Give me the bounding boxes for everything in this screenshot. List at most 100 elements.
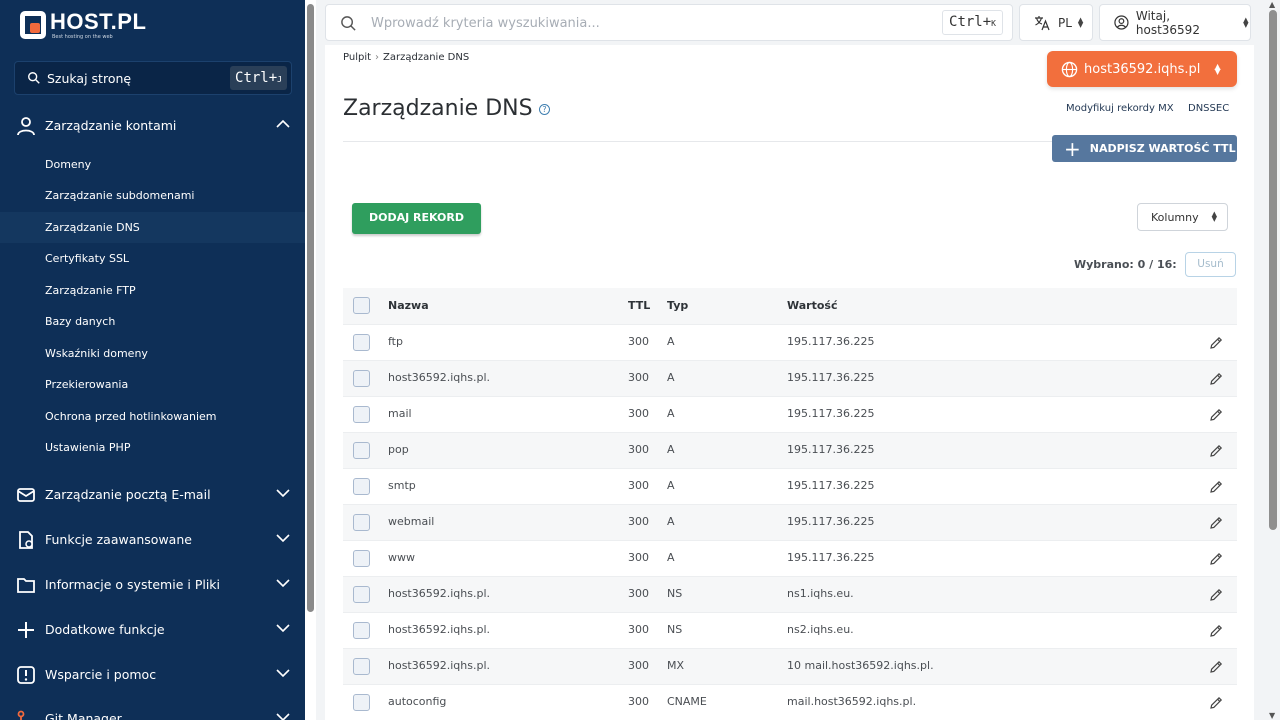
sidebar-section-advanced[interactable]: Funkcje zaawansowane: [0, 519, 305, 559]
breadcrumb: Pulpit › Zarządzanie DNS: [343, 52, 469, 63]
row-checkbox[interactable]: [353, 622, 370, 639]
edit-pencil-icon[interactable]: [1208, 551, 1224, 567]
record-type: A: [667, 371, 675, 384]
sidebar-section-system-files[interactable]: Informacje o systemie i Pliki: [0, 564, 305, 604]
record-name: host36592.iqhs.pl.: [388, 623, 491, 636]
scroll-up-icon[interactable]: ▲: [1269, 0, 1275, 9]
edit-pencil-icon[interactable]: [1208, 407, 1224, 423]
table-row: host36592.iqhs.pl. 300 MX 10 mail.host36592…: [343, 648, 1237, 684]
sidebar-item-php[interactable]: Ustawienia PHP: [0, 432, 305, 463]
record-value: 195.117.36.225: [787, 335, 875, 348]
global-search[interactable]: Wprowadź kryteria wyszukiwania... Ctrl+K: [325, 4, 1013, 41]
record-value: 195.117.36.225: [787, 515, 875, 528]
record-value: mail.host36592.iqhs.pl.: [787, 695, 917, 708]
user-menu[interactable]: Witaj, host36592 ▲ ▼: [1099, 4, 1251, 41]
row-checkbox[interactable]: [353, 406, 370, 423]
search-shortcut: Ctrl+K: [942, 10, 1003, 35]
edit-pencil-icon[interactable]: [1208, 479, 1224, 495]
row-checkbox[interactable]: [353, 514, 370, 531]
sidebar-section-extra[interactable]: Dodatkowe funkcje: [0, 609, 305, 649]
dnssec-link[interactable]: DNSSEC: [1188, 103, 1229, 114]
table-row: webmail 300 A 195.117.36.225: [343, 504, 1237, 540]
sidebar-section-accounts[interactable]: Zarządzanie kontami: [0, 105, 305, 145]
record-value: 195.117.36.225: [787, 551, 875, 564]
edit-pencil-icon[interactable]: [1208, 587, 1224, 603]
record-type: A: [667, 479, 675, 492]
updown-icon: ▲ ▼: [1243, 15, 1249, 29]
sidebar-item-subdomains[interactable]: Zarządzanie subdomenami: [0, 180, 305, 211]
sidebar-item-hotlink[interactable]: Ochrona przed hotlinkowaniem: [0, 401, 305, 432]
row-checkbox[interactable]: [353, 550, 370, 567]
updown-icon: ▲ ▼: [1211, 210, 1218, 223]
sidebar-item-domain-pointers[interactable]: Wskaźniki domeny: [0, 338, 305, 369]
breadcrumb-link-dashboard[interactable]: Pulpit: [343, 52, 371, 63]
search-input[interactable]: Wprowadź kryteria wyszukiwania...: [371, 16, 600, 31]
row-checkbox[interactable]: [353, 694, 370, 711]
edit-pencil-icon[interactable]: [1208, 371, 1224, 387]
language-selector[interactable]: PL ▲ ▼: [1019, 4, 1093, 41]
sidebar-section-title: Dodatkowe funkcje: [45, 621, 165, 637]
edit-pencil-icon[interactable]: [1208, 659, 1224, 675]
page-scrollbar[interactable]: ▲ ▼: [1266, 0, 1280, 720]
user-greeting: Witaj, host36592: [1135, 8, 1200, 37]
page-title: Zarządzanie DNS: [343, 96, 533, 121]
row-checkbox[interactable]: [353, 334, 370, 351]
edit-pencil-icon[interactable]: [1208, 443, 1224, 459]
sidebar-section-git[interactable]: Git Manager: [0, 698, 305, 720]
language-label: PL: [1058, 15, 1072, 30]
add-record-button[interactable]: DODAJ REKORD: [352, 203, 481, 234]
dns-records-table: Nazwa TTL Typ Wartość ftp 300 A 195.117.36.…: [343, 288, 1237, 720]
columns-selector[interactable]: Kolumny ▲ ▼: [1137, 203, 1228, 231]
logo-mark-icon: [20, 11, 46, 39]
edit-pencil-icon[interactable]: [1208, 695, 1224, 711]
search-icon: [28, 72, 40, 84]
folder-icon: [17, 578, 35, 593]
delete-button[interactable]: Usuń: [1185, 252, 1236, 277]
sidebar-section-title: Zarządzanie kontami: [45, 117, 177, 133]
edit-pencil-icon[interactable]: [1208, 515, 1224, 531]
sidebar-item-domeny[interactable]: Domeny: [0, 149, 305, 180]
record-name: host36592.iqhs.pl.: [388, 371, 491, 384]
modify-mx-link[interactable]: Modyfikuj rekordy MX: [1066, 103, 1174, 114]
row-checkbox[interactable]: [353, 658, 370, 675]
sidebar: HOST.PL Best hosting on the web Szukaj s…: [0, 0, 305, 720]
mail-icon: [17, 488, 35, 502]
sidebar-section-support[interactable]: Wsparcie i pomoc: [0, 654, 305, 694]
table-row: host36592.iqhs.pl. 300 A 195.117.36.225: [343, 360, 1237, 396]
sidebar-item-redirects[interactable]: Przekierowania: [0, 369, 305, 400]
chevron-down-icon: [276, 579, 290, 588]
sidebar-item-ssl[interactable]: Certyfikaty SSL: [0, 243, 305, 274]
header-name[interactable]: Nazwa: [388, 299, 429, 312]
sidebar-item-databases[interactable]: Bazy danych: [0, 306, 305, 337]
row-checkbox[interactable]: [353, 370, 370, 387]
record-value: ns2.iqhs.eu.: [787, 623, 854, 636]
header-type[interactable]: Typ: [667, 299, 688, 312]
sidebar-section-email[interactable]: Zarządzanie pocztą E-mail: [0, 474, 305, 514]
row-checkbox[interactable]: [353, 586, 370, 603]
select-all-checkbox[interactable]: [353, 297, 370, 314]
sidebar-item-ftp[interactable]: Zarządzanie FTP: [0, 275, 305, 306]
edit-pencil-icon[interactable]: [1208, 623, 1224, 639]
record-type: A: [667, 407, 675, 420]
edit-pencil-icon[interactable]: [1208, 335, 1224, 351]
globe-icon: [1061, 61, 1078, 77]
scroll-down-icon[interactable]: ▼: [1269, 711, 1275, 720]
sidebar-scrollbar[interactable]: [305, 0, 316, 720]
help-icon[interactable]: ?: [539, 104, 550, 115]
domain-selector[interactable]: host36592.iqhs.pl ▲ ▼: [1047, 51, 1237, 87]
selection-count: Wybrano: 0 / 16:: [1074, 258, 1177, 271]
sidebar-item-dns[interactable]: Zarządzanie DNS: [0, 212, 305, 243]
sidebar-search[interactable]: Szukaj stronę Ctrl+J: [14, 61, 292, 95]
record-name: pop: [388, 443, 409, 456]
override-ttl-button[interactable]: + NADPISZ WARTOŚĆ TTL: [1052, 135, 1237, 162]
row-checkbox[interactable]: [353, 478, 370, 495]
header-ttl[interactable]: TTL: [628, 299, 650, 312]
table-row: smtp 300 A 195.117.36.225: [343, 468, 1237, 504]
brand-logo[interactable]: HOST.PL Best hosting on the web: [20, 10, 146, 40]
record-ttl: 300: [628, 443, 649, 456]
record-ttl: 300: [628, 407, 649, 420]
header-value[interactable]: Wartość: [787, 299, 837, 312]
record-ttl: 300: [628, 551, 649, 564]
record-name: host36592.iqhs.pl.: [388, 587, 491, 600]
row-checkbox[interactable]: [353, 442, 370, 459]
